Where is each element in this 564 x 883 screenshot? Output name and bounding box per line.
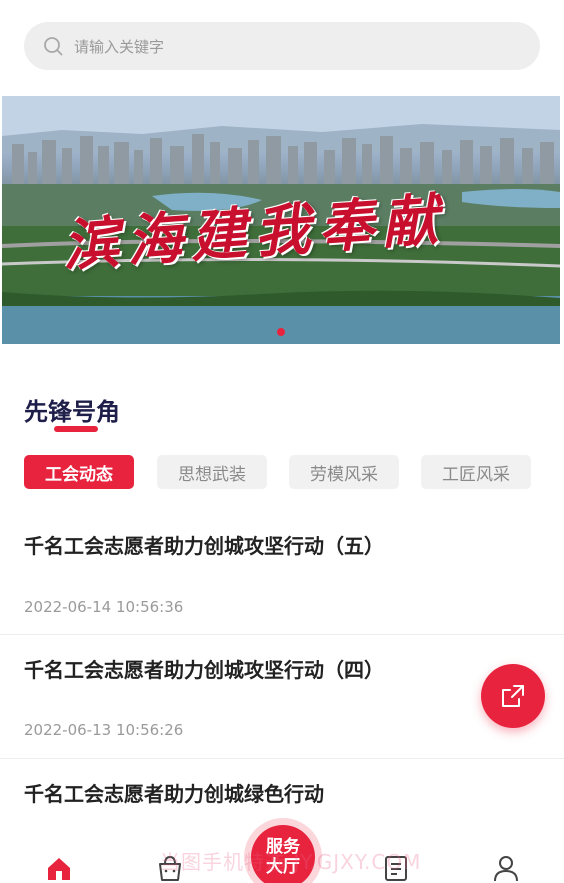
user-icon[interactable] bbox=[492, 854, 520, 882]
share-icon bbox=[502, 685, 524, 707]
news-list-item[interactable]: 千名工会志愿者助力创城攻坚行动（四） 2022-06-13 10:56:26 bbox=[0, 634, 564, 758]
news-title: 千名工会志愿者助力创城攻坚行动（五） bbox=[24, 534, 384, 558]
tab-union-news[interactable]: 工会动态 bbox=[24, 455, 134, 489]
home-icon[interactable] bbox=[45, 854, 73, 882]
banner-carousel[interactable]: 滨海建我奉献 bbox=[2, 96, 560, 344]
search-input[interactable]: 请输入关键字 bbox=[24, 22, 540, 70]
section-title-underline bbox=[54, 426, 98, 432]
watermark: 当图手机特选 JY.GJXY.COM bbox=[160, 850, 422, 874]
news-title: 千名工会志愿者助力创城攻坚行动（四） bbox=[24, 658, 384, 682]
news-list-item[interactable]: 千名工会志愿者助力创城攻坚行动（五） 2022-06-14 10:56:36 bbox=[0, 510, 564, 634]
news-title: 千名工会志愿者助力创城绿色行动 bbox=[24, 782, 324, 806]
news-date: 2022-06-14 10:56:36 bbox=[24, 598, 184, 616]
tab-ideology[interactable]: 思想武装 bbox=[157, 455, 267, 489]
news-date: 2022-06-13 10:56:26 bbox=[24, 721, 184, 739]
search-icon bbox=[44, 37, 63, 56]
carousel-dot-active[interactable] bbox=[277, 328, 285, 336]
section-title: 先锋号角 bbox=[24, 398, 120, 426]
carousel-indicator bbox=[2, 328, 560, 336]
tab-model-workers[interactable]: 劳模风采 bbox=[289, 455, 399, 489]
search-placeholder: 请输入关键字 bbox=[74, 37, 165, 56]
tab-craftsmen[interactable]: 工匠风采 bbox=[421, 455, 531, 489]
category-tabs: 工会动态 思想武装 劳模风采 工匠风采 bbox=[24, 455, 534, 489]
share-button[interactable] bbox=[481, 664, 545, 728]
